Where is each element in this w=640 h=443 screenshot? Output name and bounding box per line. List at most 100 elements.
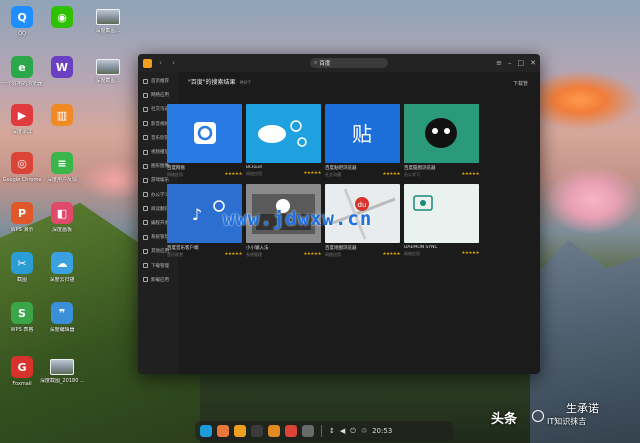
wallpaper-cloud xyxy=(545,165,640,235)
desktop-icon[interactable]: ☁ 深度云扫描 xyxy=(40,252,84,283)
trash-tray-icon[interactable]: ♲ xyxy=(361,427,367,435)
app-result-card[interactable]: DAEMON SYNC 网络应用 ★★★★★ xyxy=(404,184,479,258)
desktop-icon[interactable]: ✂ 截图 xyxy=(0,252,44,283)
desktop-icon[interactable]: e 一个好用的浏览器 xyxy=(0,56,44,87)
app-meta: 音乐欣赏 ★★★★★ xyxy=(167,252,242,258)
mindmap-thumbnail-icon xyxy=(404,104,479,163)
desktop-icon-label: Google Chrome xyxy=(2,177,42,183)
code-icon xyxy=(143,220,148,226)
desktop-icon-label: 深度录屏 xyxy=(11,129,32,135)
desktop-icon[interactable]: Q QQ xyxy=(0,6,44,37)
svg-text:♪: ♪ xyxy=(192,205,202,224)
close-icon[interactable]: ✕ xyxy=(530,58,536,68)
office-icon xyxy=(143,192,148,198)
window-controls: ≡ – □ ✕ xyxy=(496,58,536,68)
app-name: 百度地图浏览器 xyxy=(325,246,357,251)
minimize-icon[interactable]: – xyxy=(508,58,512,68)
results-title: "百度"的搜索结果 xyxy=(188,79,236,86)
desktop-icon-label: 一个好用的浏览器 xyxy=(1,81,42,87)
terminal-icon[interactable] xyxy=(251,425,263,437)
desktop-icon-label: WPS 演示 xyxy=(10,227,34,233)
search-input[interactable]: ⌕ 百度 xyxy=(310,58,388,68)
back-icon[interactable]: ‹ xyxy=(156,59,165,68)
app-name: 小小输入法 xyxy=(246,246,269,251)
desktop-icon-label: QQ xyxy=(18,31,26,37)
screen-recorder-icon: ▶ xyxy=(11,104,33,126)
desktop-icon[interactable]: ◧ 深度画板 xyxy=(40,202,84,233)
desktop-icon[interactable]: 深度截图... xyxy=(86,6,130,34)
sidebar-item[interactable]: 首页推荐 xyxy=(138,74,178,88)
chrome-icon[interactable] xyxy=(285,425,297,437)
image-icon xyxy=(143,163,148,169)
media-icon xyxy=(143,121,148,127)
desktop-icon[interactable]: G Foxmail xyxy=(0,356,44,387)
desktop-icon[interactable]: 深度截图... xyxy=(86,56,130,84)
archive-icon: ▥ xyxy=(51,104,73,126)
desktop-icon-label: 深度截图... xyxy=(95,78,121,84)
sidebar-item[interactable]: 下载管理 xyxy=(138,258,178,272)
app-meta: 办公学习 ★★★★★ xyxy=(404,172,479,178)
network-tray-icon[interactable]: ↕ xyxy=(329,427,335,435)
brand-subtitle: IT知识抹吉 xyxy=(547,417,587,426)
sidebar-item-label: 网络应用 xyxy=(151,93,169,99)
app-result-card[interactable]: 百度网盘 网络应用 ★★★★★ xyxy=(167,104,242,178)
desktop-icon[interactable]: ◎ Google Chrome xyxy=(0,152,44,183)
clock[interactable]: 20:53 xyxy=(372,427,392,435)
app-name: 百度网盘 xyxy=(167,166,185,171)
sidebar-item-label: 首页推荐 xyxy=(151,79,169,85)
bcloud-thumbnail-icon xyxy=(246,104,321,163)
desktop-icon[interactable]: P WPS 演示 xyxy=(0,202,44,233)
settings-icon[interactable] xyxy=(302,425,314,437)
desktop-icon-label: 深度截图_20180 ... 49.png xyxy=(40,378,84,384)
app-rating: ★★★★★ xyxy=(461,251,479,256)
power-tray-icon[interactable]: ⏻ xyxy=(350,427,356,436)
launcher-icon[interactable] xyxy=(200,425,212,437)
app-category: 网络应用 xyxy=(246,171,262,176)
feedback-icon: ≡ xyxy=(51,152,73,174)
app-name: 百度贴吧浏览器 xyxy=(325,166,357,171)
app-meta: 网络应用 ★★★★★ xyxy=(167,172,242,178)
desktop-icon[interactable]: ▥ xyxy=(40,104,84,129)
home-icon xyxy=(143,78,148,84)
app-meta: 网络应用 ★★★★★ xyxy=(404,251,479,257)
desktop-icon[interactable]: S WPS 表格 xyxy=(0,302,44,333)
music-icon xyxy=(143,135,148,141)
cloud-disk-thumbnail-icon xyxy=(167,104,242,163)
files-icon[interactable] xyxy=(234,425,246,437)
desktop-icon[interactable]: ▶ 深度录屏 xyxy=(0,104,44,135)
wallpaper-cloud xyxy=(540,70,640,130)
app-result-card[interactable]: 贴百度贴吧浏览器 社交沟通 ★★★★★ xyxy=(325,104,400,178)
desktop-icon[interactable]: ❞ 深度编辑器 xyxy=(40,302,84,333)
download-manager-button[interactable]: 下载管 xyxy=(513,80,528,87)
titlebar: ‹ › ⌕ 百度 ≡ – □ ✕ xyxy=(138,54,540,72)
chrome-icon: ◎ xyxy=(11,152,33,174)
results-header: "百度"的搜索结果 共8个 xyxy=(188,77,530,91)
sidebar-item[interactable]: 网络应用 xyxy=(138,88,178,102)
app-result-card[interactable]: 百度脑图浏览器 办公学习 ★★★★★ xyxy=(404,104,479,178)
download-icon xyxy=(143,263,148,269)
sidebar-item[interactable]: 卸载应用 xyxy=(138,273,178,287)
video-icon xyxy=(143,149,148,155)
draw-icon: ◧ xyxy=(51,202,73,224)
brand-logo-icon xyxy=(532,410,544,422)
desktop-icon[interactable]: W xyxy=(40,56,84,81)
desktop-icon[interactable]: 深度截图_20180 ... 49.png xyxy=(40,356,84,384)
menu-icon[interactable]: ≡ xyxy=(496,58,502,68)
volume-tray-icon[interactable]: ◀ xyxy=(340,427,345,435)
app-category: 社交沟通 xyxy=(325,172,341,177)
app-rating: ★★★★★ xyxy=(382,172,400,177)
capture-icon: ✂ xyxy=(11,252,33,274)
app-category: 网络应用 xyxy=(325,252,341,257)
app-name: BCloud xyxy=(246,165,262,170)
desktop-icon[interactable]: ≡ 深度用户反馈 xyxy=(40,152,84,183)
dock: ↕ ◀ ⏻ ♲ 20:53 xyxy=(195,421,453,441)
browser-icon[interactable] xyxy=(217,425,229,437)
app-category: 音乐欣赏 xyxy=(167,252,183,257)
app-result-card[interactable]: BCloud 网络应用 ★★★★★ xyxy=(246,104,321,178)
app-store-icon[interactable] xyxy=(268,425,280,437)
app-store-logo-icon xyxy=(143,58,152,68)
maximize-icon[interactable]: □ xyxy=(518,58,525,68)
forward-icon[interactable]: › xyxy=(169,59,178,68)
desktop-icon[interactable]: ◉ xyxy=(40,6,84,31)
dock-separator xyxy=(321,425,322,437)
